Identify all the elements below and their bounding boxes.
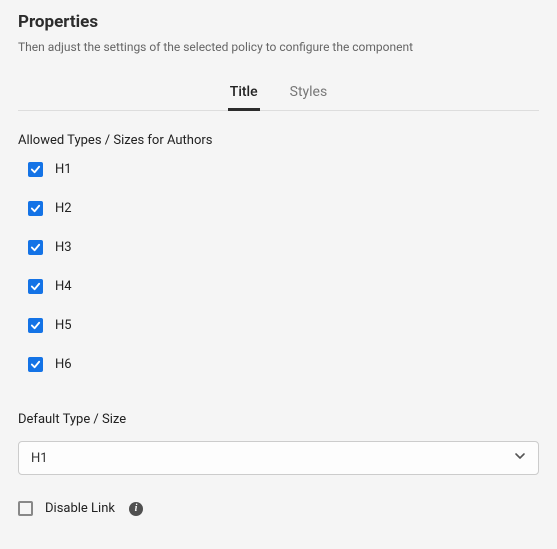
disable-link-label: Disable Link — [45, 501, 115, 516]
tab-styles[interactable]: Styles — [288, 78, 330, 110]
checkbox-label: H6 — [55, 357, 72, 372]
default-type-label: Default Type / Size — [18, 412, 539, 427]
check-icon — [30, 359, 41, 370]
checkbox-label: H2 — [55, 201, 72, 216]
checkbox-h2[interactable] — [28, 201, 43, 216]
allowed-type-row: H3 — [28, 240, 539, 255]
check-icon — [30, 242, 41, 253]
check-icon — [30, 164, 41, 175]
allowed-type-row: H5 — [28, 318, 539, 333]
tab-title[interactable]: Title — [228, 78, 260, 110]
checkbox-h4[interactable] — [28, 279, 43, 294]
chevron-down-icon — [514, 450, 526, 466]
checkbox-h6[interactable] — [28, 357, 43, 372]
check-icon — [30, 203, 41, 214]
disable-link-row: Disable Link i — [18, 501, 539, 516]
allowed-type-row: H4 — [28, 279, 539, 294]
check-icon — [30, 320, 41, 331]
default-type-select[interactable]: H1 — [18, 441, 539, 475]
checkbox-label: H4 — [55, 279, 72, 294]
allowed-types-group: H1 H2 H3 H4 H5 H6 — [18, 162, 539, 372]
tabs-bar: Title Styles — [18, 78, 539, 111]
allowed-types-label: Allowed Types / Sizes for Authors — [18, 133, 539, 148]
panel-description: Then adjust the settings of the selected… — [18, 40, 539, 54]
check-icon — [30, 281, 41, 292]
checkbox-disable-link[interactable] — [18, 501, 33, 516]
allowed-type-row: H6 — [28, 357, 539, 372]
checkbox-h5[interactable] — [28, 318, 43, 333]
panel-title: Properties — [18, 12, 539, 32]
checkbox-label: H3 — [55, 240, 72, 255]
select-value: H1 — [31, 451, 48, 466]
info-icon[interactable]: i — [129, 502, 143, 516]
allowed-type-row: H1 — [28, 162, 539, 177]
checkbox-h3[interactable] — [28, 240, 43, 255]
allowed-type-row: H2 — [28, 201, 539, 216]
checkbox-label: H1 — [55, 162, 72, 177]
checkbox-h1[interactable] — [28, 162, 43, 177]
checkbox-label: H5 — [55, 318, 72, 333]
